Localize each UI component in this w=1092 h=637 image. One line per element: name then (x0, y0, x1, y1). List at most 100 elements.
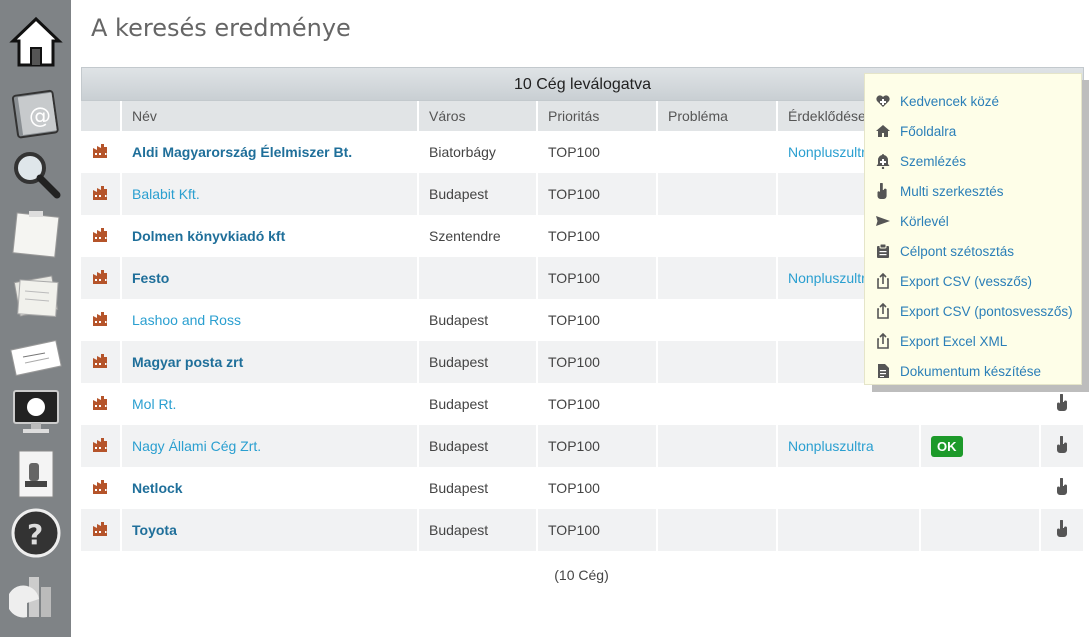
city-cell: Budapest (418, 383, 538, 425)
header-city[interactable]: Város (418, 101, 538, 131)
company-link[interactable]: Nagy Állami Cég Zrt. (132, 438, 261, 454)
menu-item[interactable]: Szemlézés (865, 146, 1081, 176)
city-cell (418, 257, 538, 299)
city-cell: Budapest (418, 467, 538, 509)
header-priority[interactable]: Prioritás (537, 101, 658, 131)
problem-cell (657, 341, 778, 383)
city-cell: Budapest (418, 173, 538, 215)
table-row[interactable]: Nagy Állami Cég Zrt. Budapest TOP100 Nonplu… (81, 425, 1085, 467)
home-icon[interactable] (8, 14, 64, 70)
company-link[interactable]: Dolmen könyvkiadó kft (132, 228, 285, 244)
problem-cell (657, 467, 778, 509)
interest-cell: Nonpluszultra (777, 425, 921, 467)
name-cell: Toyota (121, 509, 419, 551)
interest-cell (777, 509, 921, 551)
table-row[interactable]: Netlock Budapest TOP100 (81, 467, 1085, 509)
interest-link[interactable]: Nonpluszultra (788, 144, 874, 160)
problem-cell (657, 509, 778, 551)
city-cell: Budapest (418, 299, 538, 341)
monitor-icon[interactable] (8, 384, 64, 440)
menu-item[interactable]: Kedvencek közé (865, 86, 1081, 116)
hand-pointer-icon (1057, 519, 1067, 537)
menu-item-label: Célpont szétosztás (900, 243, 1015, 259)
menu-item-label: Dokumentum készítése (900, 363, 1042, 379)
header-name[interactable]: Név (121, 101, 419, 131)
priority-cell: TOP100 (537, 467, 658, 509)
company-link[interactable]: Lashoo and Ross (132, 312, 241, 328)
company-type-cell (81, 425, 122, 467)
company-type-cell (81, 215, 122, 257)
multi-edit-button[interactable] (1040, 425, 1085, 467)
name-cell: Magyar posta zrt (121, 341, 419, 383)
city-cell: Biatorbágy (418, 131, 538, 173)
table-row[interactable]: Toyota Budapest TOP100 (81, 509, 1085, 551)
svg-text:?: ? (27, 518, 43, 551)
menu-item-label: Szemlézés (900, 153, 967, 169)
help-icon[interactable]: ? (8, 505, 64, 561)
company-link[interactable]: Toyota (132, 522, 177, 538)
menu-item[interactable]: Multi szerkesztés (865, 176, 1081, 206)
problem-cell (657, 173, 778, 215)
company-link[interactable]: Balabit Kft. (132, 186, 200, 202)
factory-icon (92, 269, 107, 284)
header-problem[interactable]: Probléma (657, 101, 778, 131)
factory-icon (92, 227, 107, 242)
name-cell: Festo (121, 257, 419, 299)
problem-cell (657, 299, 778, 341)
company-link[interactable]: Mol Rt. (132, 396, 176, 412)
address-book-icon[interactable]: @ (8, 84, 64, 140)
menu-item[interactable]: Célpont szétosztás (865, 236, 1081, 266)
factory-icon (92, 353, 107, 368)
sticky-note-icon[interactable] (8, 206, 64, 262)
business-card-icon[interactable] (8, 330, 64, 386)
factory-icon (92, 185, 107, 200)
factory-icon (92, 311, 107, 326)
menu-item-label: Körlevél (900, 213, 949, 229)
problem-cell (657, 131, 778, 173)
company-link[interactable]: Aldi Magyarország Élelmiszer Bt. (132, 144, 352, 160)
chart-icon[interactable] (8, 568, 64, 624)
name-cell: Dolmen könyvkiadó kft (121, 215, 419, 257)
name-cell: Lashoo and Ross (121, 299, 419, 341)
company-link[interactable]: Festo (132, 270, 169, 286)
factory-icon (92, 479, 107, 494)
hand-pointer-icon (1057, 393, 1067, 411)
sidebar: @ ? (0, 0, 71, 637)
problem-cell (657, 215, 778, 257)
page-title: A keresés eredménye (91, 14, 351, 42)
priority-cell: TOP100 (537, 341, 658, 383)
file-icon (878, 364, 889, 378)
menu-item[interactable]: Főoldalra (865, 116, 1081, 146)
home-small-icon (876, 125, 890, 137)
menu-item[interactable]: Export Excel XML (865, 326, 1081, 356)
menu-item-label: Főoldalra (900, 123, 957, 139)
export-icon (877, 273, 889, 289)
factory-icon (92, 437, 107, 452)
heart-plus-icon (876, 95, 890, 107)
priority-cell: TOP100 (537, 131, 658, 173)
multi-edit-button[interactable] (1040, 467, 1085, 509)
name-cell: Balabit Kft. (121, 173, 419, 215)
menu-item[interactable]: Export CSV (vesszős) (865, 266, 1081, 296)
city-cell: Budapest (418, 509, 538, 551)
multi-edit-button[interactable] (1040, 509, 1085, 551)
factory-icon (92, 395, 107, 410)
company-link[interactable]: Magyar posta zrt (132, 354, 243, 370)
status-badge: OK (931, 435, 963, 457)
problem-cell (657, 425, 778, 467)
company-type-cell (81, 509, 122, 551)
menu-item[interactable]: Export CSV (pontosvesszős) (865, 296, 1081, 326)
menu-item-label: Export CSV (pontosvesszős) (900, 303, 1073, 319)
interest-link[interactable]: Nonpluszultra (788, 270, 874, 286)
interest-link[interactable]: Nonpluszultra (788, 438, 874, 454)
menu-item[interactable]: Dokumentum készítése (865, 356, 1081, 386)
result-count: (10 Cég) (554, 567, 609, 583)
notes-stack-icon[interactable] (8, 268, 64, 324)
menu-item[interactable]: Körlevél (865, 206, 1081, 236)
company-type-cell (81, 467, 122, 509)
magnifier-icon[interactable] (8, 146, 64, 202)
document-icon[interactable] (8, 446, 64, 502)
name-cell: Aldi Magyarország Élelmiszer Bt. (121, 131, 419, 173)
company-link[interactable]: Netlock (132, 480, 183, 496)
menu-item-label: Multi szerkesztés (900, 183, 1004, 199)
